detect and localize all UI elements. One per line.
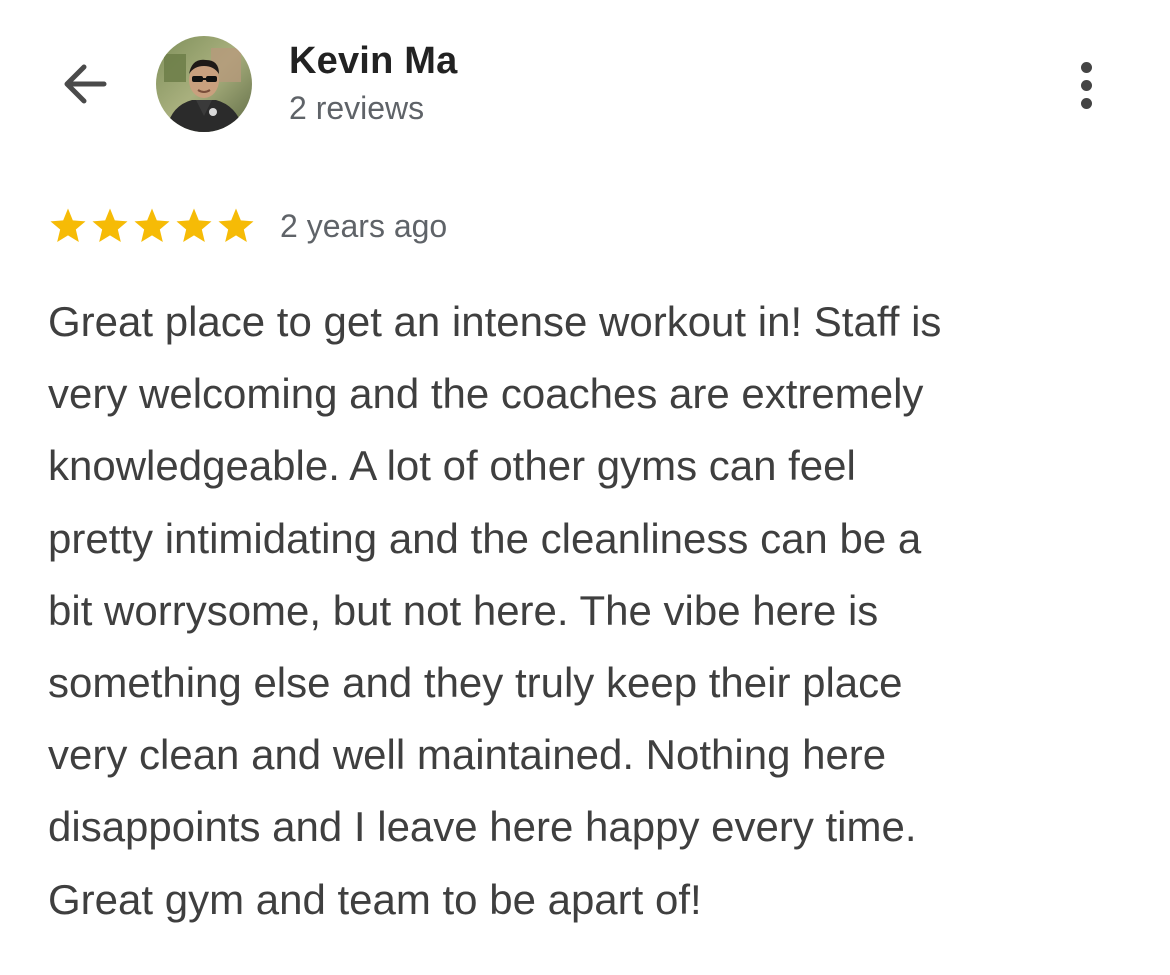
review-date: 2 years ago	[280, 207, 448, 244]
more-options-button[interactable]	[1060, 50, 1112, 120]
star-icon	[92, 208, 128, 242]
review-text-line: something else and they truly keep their…	[48, 659, 903, 707]
more-vertical-icon-dot	[1080, 79, 1092, 91]
reviewer-avatar[interactable]	[156, 36, 252, 132]
more-vertical-icon	[1080, 61, 1092, 73]
review-count: 2 reviews	[289, 90, 425, 126]
reviewer-name[interactable]: Kevin Ma	[289, 40, 457, 83]
review-text: Great place to get an intense workout in…	[48, 286, 1128, 936]
review-text-line: pretty intimidating and the cleanliness …	[48, 514, 922, 562]
review-text-line: disappoints and I leave here happy every…	[48, 803, 917, 851]
review-text-line: bit worrysome, but not here. The vibe he…	[48, 586, 879, 634]
review-text-line: very welcoming and the coaches are extre…	[48, 370, 924, 418]
star-icon	[134, 208, 170, 242]
avatar-photo	[156, 36, 252, 132]
star-icon	[218, 208, 254, 242]
review-text-line: knowledgeable. A lot of other gyms can f…	[48, 442, 856, 490]
arrow-left-icon	[64, 64, 107, 104]
review-text-line: Great place to get an intense workout in…	[48, 298, 942, 345]
review-text-line: Great gym and team to be apart of!	[48, 875, 702, 923]
review-text-line: very clean and well maintained. Nothing …	[48, 731, 887, 779]
rating-row: 2 years ago	[48, 203, 447, 249]
back-button[interactable]	[48, 48, 120, 120]
star-rating	[48, 206, 256, 246]
review-header: Kevin Ma 2 reviews	[0, 0, 1170, 170]
star-icon	[176, 208, 212, 242]
star-icon	[50, 208, 86, 242]
more-vertical-icon-dot	[1080, 97, 1092, 109]
